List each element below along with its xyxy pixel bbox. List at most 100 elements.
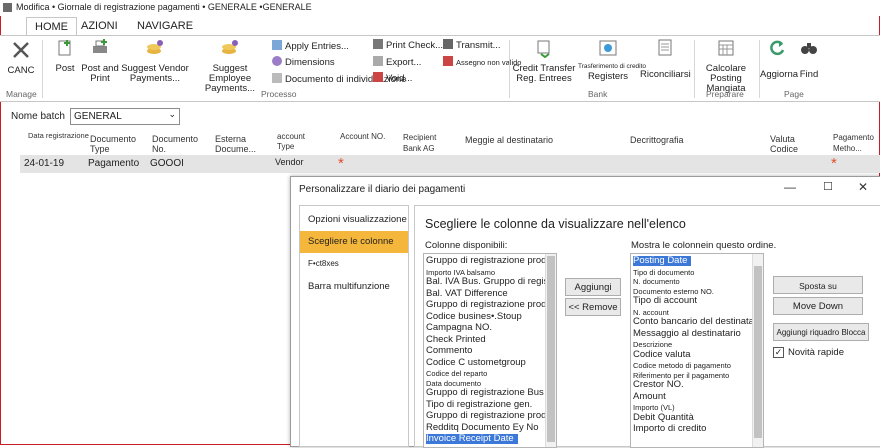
tab-home[interactable]: HOME: [26, 17, 77, 36]
column-list-item[interactable]: Gruppo di registrazione prodotti gen.: [426, 256, 556, 266]
dimensions-button[interactable]: Dimensions: [272, 56, 335, 68]
cell-document-no[interactable]: GOOOI: [150, 158, 184, 169]
canc-button[interactable]: CANC: [4, 40, 38, 76]
export-icon: [373, 56, 383, 66]
header-recipient-bank[interactable]: Recipient Bank AG: [403, 132, 447, 154]
batch-select[interactable]: GENERAL ⌄: [70, 108, 180, 125]
column-list-item[interactable]: Codice del reparto: [426, 369, 487, 379]
tab-navigare[interactable]: NAVIGARE: [137, 17, 193, 35]
header-document-no[interactable]: Documento No.: [152, 134, 204, 154]
move-down-button[interactable]: Move Down: [773, 297, 863, 315]
close-icon[interactable]: ✕: [856, 180, 870, 194]
column-list-item[interactable]: Tipo di account: [633, 296, 697, 306]
binoculars-icon: [801, 43, 817, 54]
minimize-icon[interactable]: —: [783, 180, 797, 194]
column-list-item[interactable]: Amount: [633, 391, 666, 402]
transmit-button[interactable]: Transmit...: [443, 39, 501, 51]
registers-button[interactable]: Registers: [585, 38, 631, 82]
title-bar: Modifica • Giornale di registrazione pag…: [0, 0, 880, 16]
suggest-vendor-payments-button[interactable]: Suggest Vendor Payments...: [121, 38, 189, 84]
dialog-title: Personalizzare il diario dei pagamenti: [299, 184, 466, 195]
column-list-item[interactable]: Check Printed: [426, 334, 486, 345]
header-currency[interactable]: Valuta Codice: [770, 134, 808, 154]
header-description[interactable]: Decrittografia: [630, 135, 684, 145]
column-list-item[interactable]: Bal. IVA Bus. Gruppo di registrazione: [426, 277, 556, 287]
header-message[interactable]: Meggie al destinatario: [465, 135, 553, 145]
maximize-icon[interactable]: ☐: [821, 180, 835, 194]
shown-columns-label: Mostra le colonnein questo ordine.: [631, 240, 777, 251]
header-data-registrazione[interactable]: Data registrazione: [28, 131, 89, 141]
customize-dialog: Personalizzare il diario dei pagamenti —…: [290, 176, 880, 448]
column-list-item[interactable]: Invoice Receipt Date: [426, 434, 518, 444]
apply-entries-icon: [272, 40, 282, 50]
column-list-item[interactable]: Conto bancario del destinatario: [633, 317, 763, 327]
group-bank: Bank: [588, 89, 608, 99]
add-button[interactable]: Aggiungi: [565, 278, 621, 296]
column-list-item[interactable]: Codice busines•.Stoup: [426, 311, 522, 322]
void-icon: [373, 72, 383, 82]
new-features-label: Novità rapide: [788, 347, 844, 358]
header-document-type[interactable]: Documento Type: [90, 134, 142, 154]
column-list-item[interactable]: Gruppo di registrazione Bus gen.: [426, 388, 556, 398]
group-page: Page: [784, 89, 804, 99]
post-and-print-button[interactable]: Post and Print: [80, 38, 120, 84]
column-list-item[interactable]: Messaggio al destinatario: [633, 328, 741, 339]
column-list-item[interactable]: Codice valuta: [633, 349, 691, 360]
header-account-type[interactable]: account Type: [277, 132, 313, 152]
new-features-checkbox[interactable]: ✓: [773, 347, 784, 358]
column-list-item[interactable]: Codice C ustometgroup: [426, 357, 526, 368]
nav-choose-columns[interactable]: Scegliere le colonne: [300, 231, 408, 253]
move-up-button[interactable]: Sposta su: [773, 276, 863, 294]
column-list-item[interactable]: Redditq Documento Ey No: [426, 422, 538, 433]
calcolare-button[interactable]: Calcolare Posting Mangiata: [694, 38, 758, 94]
table-row[interactable]: 24-01-19 Pagamento GOOOI Vendor * *: [20, 155, 880, 173]
column-list-item[interactable]: Importo di credito: [633, 424, 706, 434]
export-button[interactable]: Export...: [373, 56, 421, 68]
cell-posting-date[interactable]: 24-01-19: [24, 158, 64, 169]
header-external-document[interactable]: Esterna Docume...: [215, 134, 270, 154]
printer-icon: [93, 39, 107, 53]
checkmark-icon: ✓: [774, 347, 783, 357]
aggiorna-button[interactable]: Aggiorna: [760, 38, 798, 80]
post-button[interactable]: Post: [50, 38, 80, 74]
void-button[interactable]: Void...: [373, 72, 412, 84]
available-scrollbar[interactable]: [545, 254, 556, 447]
column-list-item[interactable]: Codice metodo di pagamento: [633, 361, 731, 371]
column-list-item[interactable]: Crestor NO.: [633, 380, 684, 390]
shown-scrollbar[interactable]: [752, 254, 763, 447]
column-list-item[interactable]: Commento: [426, 346, 472, 356]
column-list-item[interactable]: Tipo di documento: [633, 268, 694, 278]
remove-button[interactable]: << Remove: [565, 298, 621, 316]
column-list-item[interactable]: Bal. VAT Difference: [426, 288, 508, 299]
nav-action-bar[interactable]: Barra multifunzione: [300, 276, 408, 298]
column-list-item[interactable]: Tipo di registrazione gen.: [426, 399, 532, 410]
app-icon: [3, 3, 12, 12]
column-list-item[interactable]: Debit Quantità: [633, 412, 694, 423]
column-list-item[interactable]: Gruppo di registrazione prodotti gen.: [426, 411, 556, 421]
riconciliarsi-button[interactable]: Riconciliarsi: [640, 38, 691, 80]
print-check-button[interactable]: Print Check...: [373, 39, 443, 51]
available-columns-label: Colonne disponibili:: [425, 240, 508, 251]
column-list-item[interactable]: Gruppo di registrazione prodotti IVA: [426, 300, 556, 310]
available-columns-list[interactable]: Gruppo di registrazione prodotti gen.Imp…: [423, 253, 557, 448]
cell-account-type[interactable]: Vendor: [275, 157, 304, 167]
nav-display-options[interactable]: Opzioni visualizzazione: [300, 209, 408, 231]
credit-transfer-button[interactable]: Credit Transfer Reg. Entrees: [511, 38, 577, 84]
add-freeze-pane-button[interactable]: Aggiungi riquadro Blocca: [773, 323, 869, 341]
suggest-employee-payments-button[interactable]: Suggest Employee Payments...: [191, 38, 269, 94]
cell-document-type[interactable]: Pagamento: [88, 158, 139, 169]
header-payment-method[interactable]: Pagamento Metho...: [833, 132, 878, 154]
scrollbar-thumb[interactable]: [754, 266, 762, 438]
column-list-item[interactable]: N. documento: [633, 277, 680, 287]
header-account-no[interactable]: Account NO.: [340, 132, 385, 142]
find-button[interactable]: Find: [796, 38, 822, 80]
void-check-icon: [443, 56, 453, 66]
scrollbar-thumb[interactable]: [547, 256, 555, 442]
column-list-item[interactable]: Posting Date: [633, 256, 692, 266]
required-mark: *: [338, 155, 344, 172]
apply-entries-button[interactable]: Apply Entries...: [272, 40, 349, 52]
tab-azioni[interactable]: AZIONI: [81, 17, 118, 35]
shown-columns-list[interactable]: Posting Date Tipo di documento N. document…: [630, 253, 764, 448]
column-list-item[interactable]: Campagna NO.: [426, 323, 492, 333]
nav-factboxes[interactable]: F•ct8xes: [300, 253, 408, 275]
